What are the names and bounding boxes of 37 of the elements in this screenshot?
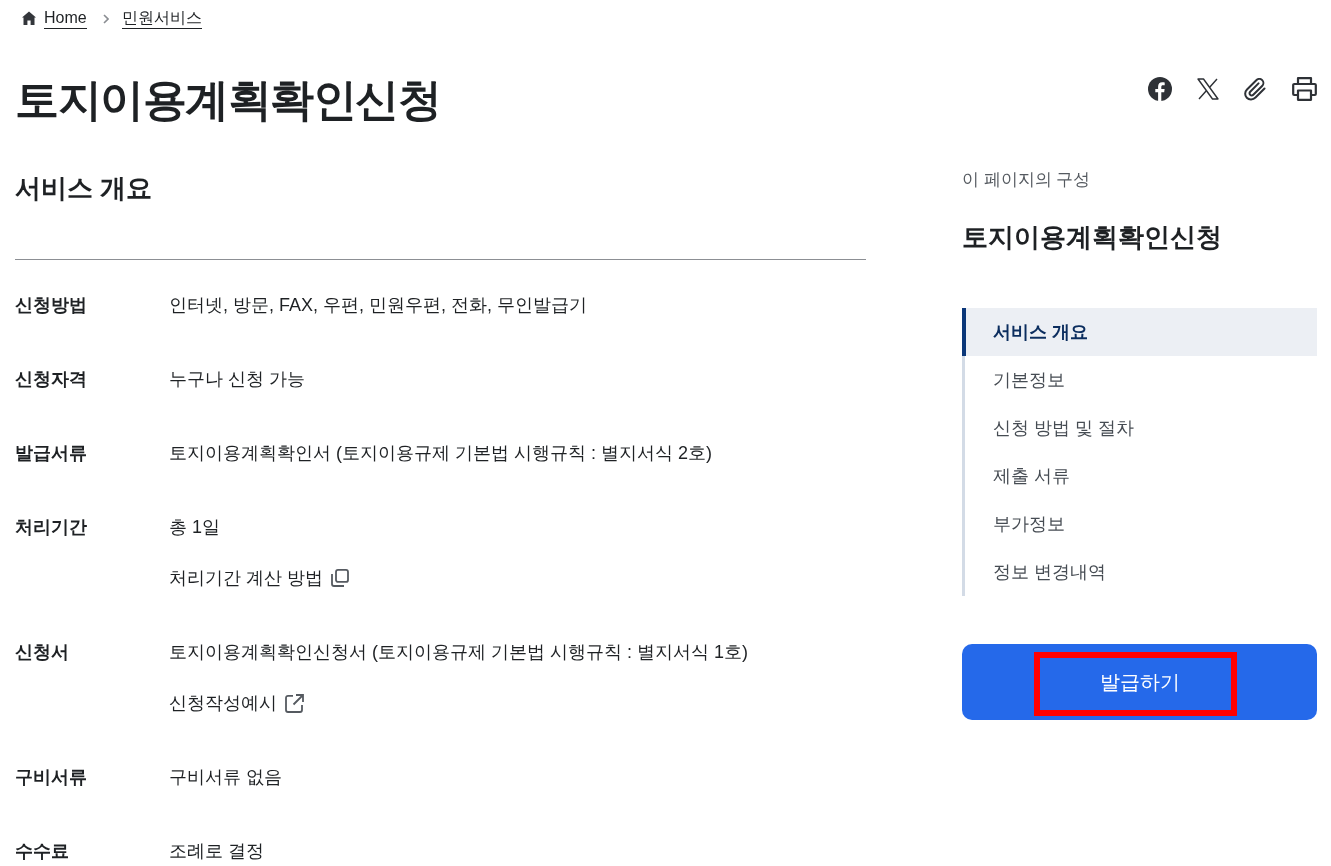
breadcrumb-link[interactable]: Home — [44, 7, 87, 29]
field-label: 신청자격 — [15, 368, 88, 391]
field-label: 구비서류 — [15, 766, 88, 789]
popup-link[interactable]: 처리기간 계산 방법 — [169, 564, 349, 592]
chevron-icon — [102, 14, 109, 24]
field-value: 조례로 결정 — [169, 840, 264, 863]
field-label: 신청방법 — [15, 294, 88, 317]
x-logo-icon[interactable] — [1197, 78, 1219, 100]
copy-icon — [331, 569, 349, 587]
external-link[interactable]: 신청작성예시 — [169, 689, 304, 717]
toc-item[interactable]: 기본정보 — [962, 356, 1317, 404]
section-title: 서비스 개요 — [15, 172, 154, 205]
toc-item[interactable]: 정보 변경내역 — [962, 548, 1317, 596]
toc-item[interactable]: 제출 서류 — [962, 452, 1317, 500]
home-icon — [22, 11, 36, 25]
field-value: 인터넷, 방문, FAX, 우편, 민원우편, 전화, 무인발급기 — [169, 294, 588, 317]
field-value: 구비서류 없음 — [169, 766, 282, 789]
facebook-icon[interactable] — [1148, 77, 1172, 101]
toc-item[interactable]: 부가정보 — [962, 500, 1317, 548]
field-label: 처리기간 — [15, 516, 88, 539]
field-value: 토지이용계획확인서 (토지이용규제 기본법 시행규칙 : 별지서식 2호) — [169, 442, 712, 465]
field-label: 신청서 — [15, 641, 70, 664]
field-value: 토지이용계획확인신청서 (토지이용규제 기본법 시행규칙 : 별지서식 1호) — [169, 641, 748, 664]
page-title: 토지이용계획확인신청 — [15, 74, 440, 126]
field-label: 수수료 — [15, 840, 70, 863]
field-value: 누구나 신청 가능 — [169, 368, 305, 391]
breadcrumb-link[interactable]: 민원서비스 — [121, 7, 202, 29]
field-label: 발급서류 — [15, 442, 88, 465]
toc-item[interactable]: 신청 방법 및 절차 — [962, 404, 1317, 452]
field-value: 총 1일 — [169, 516, 221, 539]
toc-item[interactable]: 서비스 개요 — [962, 308, 1317, 356]
printer-icon[interactable] — [1292, 77, 1317, 101]
paperclip-icon[interactable] — [1244, 77, 1267, 101]
toc-title: 토지이용계획확인신청 — [962, 221, 1223, 254]
issue-button[interactable]: 발급하기 — [962, 644, 1317, 720]
external-link-icon — [285, 693, 304, 713]
toc-caption: 이 페이지의 구성 — [962, 169, 1092, 191]
